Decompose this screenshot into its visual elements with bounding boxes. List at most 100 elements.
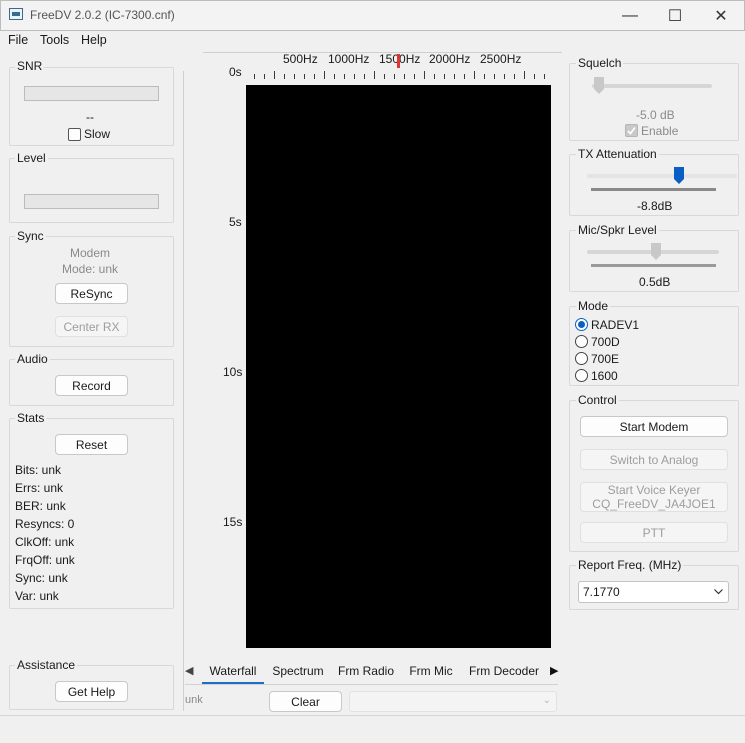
tab-frm-radio[interactable]: Frm Radio [334,660,398,684]
time-label-15s: 15s [223,515,243,529]
status-text: unk [185,694,203,706]
ruler-tick [434,74,435,79]
tab-frm-mic[interactable]: Frm Mic [402,660,460,684]
stat-sync: Sync: unk [15,571,68,585]
reset-button[interactable]: Reset [55,434,128,455]
tab-baseline [185,684,558,685]
ruler-tick [464,74,465,79]
switch-analog-button[interactable]: Switch to Analog [580,449,728,470]
ruler-tick [304,74,305,79]
control-title: Control [576,393,619,407]
level-title: Level [15,151,48,165]
stat-ber: BER: unk [15,499,66,513]
center-combo[interactable]: ⌄ [349,691,557,712]
ruler-tick [264,74,265,79]
mic-spkr-title: Mic/Spkr Level [576,223,659,237]
slow-checkbox[interactable] [68,128,81,141]
tab-spectrum[interactable]: Spectrum [266,660,330,684]
stats-title: Stats [15,411,47,425]
menu-tools[interactable]: Tools [40,33,69,47]
mic-spkr-value: 0.5dB [639,275,671,289]
ruler-tick [364,74,365,79]
left-divider [183,71,184,711]
snr-meter [24,86,159,101]
get-help-button[interactable]: Get Help [55,681,128,702]
slow-label: Slow [84,127,111,141]
mode-radio-radev1[interactable] [575,318,588,331]
tab-waterfall[interactable]: Waterfall [202,660,264,684]
record-button[interactable]: Record [55,375,128,396]
ruler-tick [494,74,495,79]
clear-button[interactable]: Clear [269,691,342,712]
mode-radio-700d[interactable] [575,335,588,348]
ruler-tick [534,74,535,79]
mic-spkr-slider-handle[interactable] [651,243,661,260]
mode-radio-1600[interactable] [575,369,588,382]
report-freq-value: 7.1770 [583,585,620,599]
voice-keyer-file-label: CQ_FreeDV_JA4JOE1 [592,497,716,511]
ruler-tick [384,74,385,79]
freq-label-2000: 2000Hz [429,52,471,66]
tx-attenuation-slider-handle[interactable] [674,167,684,184]
tab-scroll-right-icon[interactable]: ▶ [550,664,558,677]
ruler-tick [394,74,395,79]
tuning-marker[interactable] [397,54,400,68]
voice-keyer-label: Start Voice Keyer [607,483,701,497]
ptt-button[interactable]: PTT [580,522,728,543]
level-meter [24,194,159,209]
freq-label-500: 500Hz [283,52,318,66]
start-modem-button[interactable]: Start Modem [580,416,728,437]
menu-file[interactable]: File [8,33,28,47]
ruler-tick [314,74,315,79]
tx-attenuation-underline [591,188,716,191]
snr-title: SNR [15,59,45,73]
squelch-value: -5.0 dB [636,108,675,122]
tx-attenuation-value: -8.8dB [637,199,673,213]
stat-resyncs: Resyncs: 0 [15,517,75,531]
status-bar [0,715,745,743]
ruler-tick [524,71,525,79]
assistance-title: Assistance [15,658,78,672]
squelch-enable-label: Enable [641,124,679,138]
waterfall-display[interactable] [246,85,551,648]
squelch-title: Squelch [576,56,624,70]
app-icon [9,8,23,20]
snr-value: -- [86,110,94,124]
tx-attenuation-slider-track [587,174,737,178]
mode-label-radev1: RADEV1 [591,318,640,332]
time-label-0s: 0s [229,65,242,79]
menu-help[interactable]: Help [81,33,107,47]
level-group [9,158,174,223]
stat-errs: Errs: unk [15,481,64,495]
ruler-tick [284,74,285,79]
freq-label-2500: 2500Hz [480,52,522,66]
ruler-tick [514,74,515,79]
ruler-tick [334,74,335,79]
tx-attenuation-title: TX Attenuation [576,147,659,161]
start-voice-keyer-button[interactable]: Start Voice Keyer CQ_FreeDV_JA4JOE1 [580,482,728,512]
ruler-tick [504,74,505,79]
mode-label-1600: 1600 [591,369,618,383]
audio-title: Audio [15,352,50,366]
freq-label-1000: 1000Hz [328,52,370,66]
window-title: FreeDV 2.0.2 (IC-7300.cnf) [30,8,175,22]
close-button[interactable]: ✕ [698,0,744,31]
squelch-enable-checkbox[interactable] [625,124,638,137]
ruler-tick [294,74,295,79]
ruler-tick [484,74,485,79]
report-freq-combo[interactable]: 7.1770 [578,581,729,603]
tab-scroll-left-icon[interactable]: ◀ [185,664,193,677]
frequency-ruler [254,71,545,81]
time-label-10s: 10s [223,365,243,379]
ruler-tick [474,71,475,79]
ruler-tick [324,71,325,79]
maximize-button[interactable]: ☐ [652,0,698,31]
squelch-slider-handle[interactable] [594,77,604,94]
chevron-down-icon: ⌄ [542,695,551,706]
ruler-tick [374,71,375,79]
minimize-button[interactable]: — [607,0,653,31]
mode-radio-700e[interactable] [575,352,588,365]
center-rx-button[interactable]: Center RX [55,316,128,337]
tab-frm-decoder[interactable]: Frm Decoder [464,660,544,684]
resync-button[interactable]: ReSync [55,283,128,304]
